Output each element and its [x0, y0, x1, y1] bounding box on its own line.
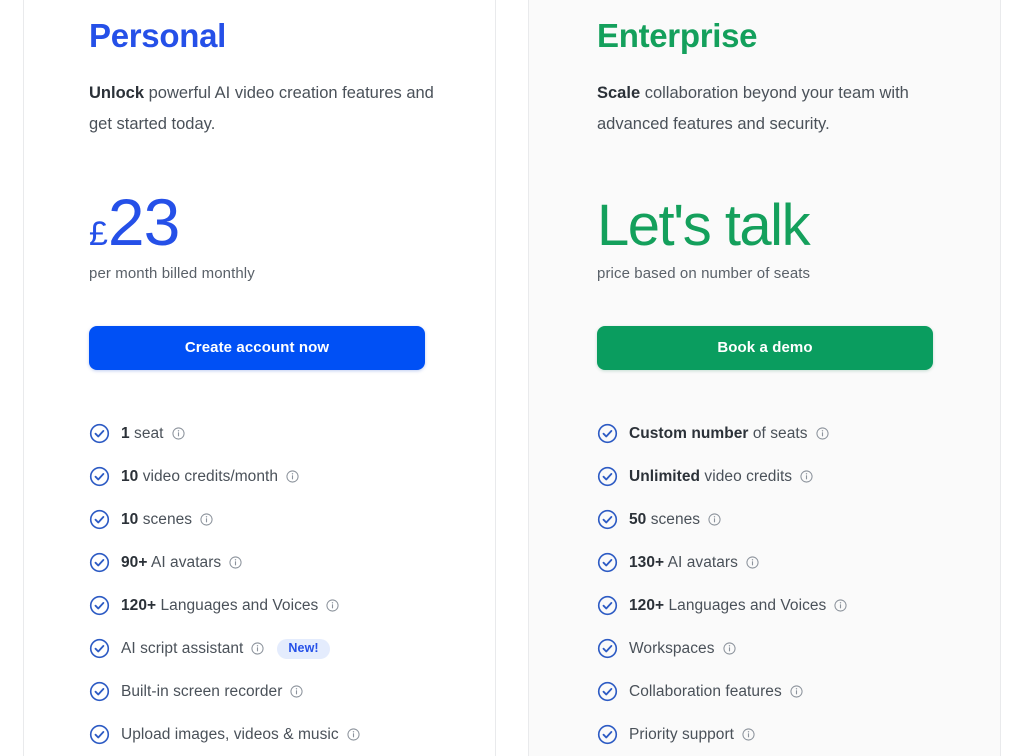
feature-label: 1 seat	[121, 424, 164, 442]
info-circle-icon[interactable]	[229, 556, 242, 569]
feature-label: Priority support	[629, 725, 735, 743]
check-circle-icon	[89, 423, 110, 444]
feature-label: 90+ AI avatars	[121, 553, 222, 571]
check-circle-icon	[597, 681, 618, 702]
check-circle-icon	[597, 423, 618, 444]
info-circle-icon[interactable]	[290, 685, 304, 698]
check-circle-icon	[597, 466, 618, 487]
price-block-personal: £ 23	[89, 171, 471, 259]
price-currency-symbol: £	[89, 214, 108, 253]
feature-item: 10 video credits/month	[89, 455, 471, 498]
check-circle-icon	[89, 681, 110, 702]
info-circle-icon[interactable]	[746, 556, 759, 569]
info-circle-icon[interactable]	[815, 427, 829, 440]
info-circle-icon[interactable]	[722, 642, 736, 655]
feature-label: 120+ Languages and Voices	[121, 596, 319, 614]
feature-item: 1 seat	[89, 412, 471, 455]
plan-description-enterprise: Scale collaboration beyond your team wit…	[597, 78, 957, 139]
info-circle-icon[interactable]	[834, 599, 847, 612]
info-circle-icon[interactable]	[251, 642, 265, 655]
feature-item: 10 scenes	[89, 498, 471, 541]
feature-label: AI script assistant	[121, 639, 244, 657]
info-circle-icon[interactable]	[742, 728, 755, 741]
info-circle-icon[interactable]	[790, 685, 803, 698]
feature-item: Collaboration features	[597, 670, 976, 713]
feature-item: 120+ Languages and Voices	[89, 584, 471, 627]
feature-item: Workspaces	[597, 627, 976, 670]
feature-label: Upload images, videos & music	[121, 725, 339, 743]
feature-item: 50 scenes	[597, 498, 976, 541]
info-circle-icon[interactable]	[326, 599, 339, 612]
plan-description-personal: Unlock powerful AI video creation featur…	[89, 78, 449, 139]
feature-label: Unlimited video credits	[629, 467, 793, 485]
info-circle-icon[interactable]	[286, 470, 299, 483]
feature-label: 130+ AI avatars	[629, 553, 738, 571]
price-note-personal: per month billed monthly	[89, 265, 255, 283]
book-demo-button[interactable]: Book a demo	[597, 326, 933, 371]
plan-description-lead: Scale	[597, 84, 641, 103]
check-circle-icon	[89, 724, 110, 745]
plan-description-rest: collaboration beyond your team with adva…	[597, 84, 909, 133]
feature-item: Custom number of seats	[597, 412, 976, 455]
column-divider-mid-a	[495, 0, 496, 756]
feature-label: Workspaces	[629, 639, 715, 657]
pricing-comparison: Personal Unlock powerful AI video creati…	[0, 0, 1024, 756]
feature-label: Custom number of seats	[629, 424, 808, 442]
feature-item: 130+ AI avatars	[597, 541, 976, 584]
check-circle-icon	[597, 509, 618, 530]
feature-label: 120+ Languages and Voices	[629, 596, 827, 614]
feature-item: Unlimited video credits	[597, 455, 976, 498]
feature-label: 10 video credits/month	[121, 467, 279, 485]
check-circle-icon	[597, 638, 618, 659]
check-circle-icon	[597, 552, 618, 573]
check-circle-icon	[89, 466, 110, 487]
plan-title-personal: Personal	[89, 17, 226, 54]
plan-card-enterprise: Enterprise Scale collaboration beyond yo…	[529, 0, 1000, 756]
info-circle-icon[interactable]	[708, 513, 721, 526]
feature-item: 120+ Languages and Voices	[597, 584, 976, 627]
check-circle-icon	[597, 595, 618, 616]
info-circle-icon[interactable]	[200, 513, 213, 526]
plan-description-lead: Unlock	[89, 84, 145, 103]
check-circle-icon	[89, 552, 110, 573]
feature-item: Built-in screen recorder	[89, 670, 471, 713]
feature-item: Priority support	[597, 713, 976, 756]
plan-card-personal: Personal Unlock powerful AI video creati…	[24, 0, 495, 756]
info-circle-icon[interactable]	[171, 427, 185, 440]
new-badge: New!	[277, 639, 330, 659]
column-divider-right	[1000, 0, 1001, 756]
feature-item: AI script assistant New!	[89, 627, 471, 670]
info-circle-icon[interactable]	[800, 470, 813, 483]
feature-label: 10 scenes	[121, 510, 193, 528]
create-account-button[interactable]: Create account now	[89, 326, 425, 371]
feature-list-enterprise: Custom number of seats Unlimited video c…	[597, 412, 976, 756]
feature-item: Upload images, videos & music	[89, 713, 471, 756]
check-circle-icon	[89, 595, 110, 616]
feature-list-personal: 1 seat 10 video credits/month 10 scenes …	[89, 412, 471, 756]
plan-title-enterprise: Enterprise	[597, 17, 758, 54]
feature-label: Collaboration features	[629, 682, 782, 700]
price-block-enterprise: Let's talk	[597, 171, 976, 259]
info-circle-icon[interactable]	[347, 728, 360, 741]
feature-item: 90+ AI avatars	[89, 541, 471, 584]
price-amount: 23	[107, 184, 180, 259]
feature-label: 50 scenes	[629, 510, 701, 528]
check-circle-icon	[597, 724, 618, 745]
check-circle-icon	[89, 509, 110, 530]
price-note-enterprise: price based on number of seats	[597, 265, 811, 283]
price-text: Let's talk	[597, 193, 811, 259]
feature-label: Built-in screen recorder	[121, 682, 283, 700]
check-circle-icon	[89, 638, 110, 659]
